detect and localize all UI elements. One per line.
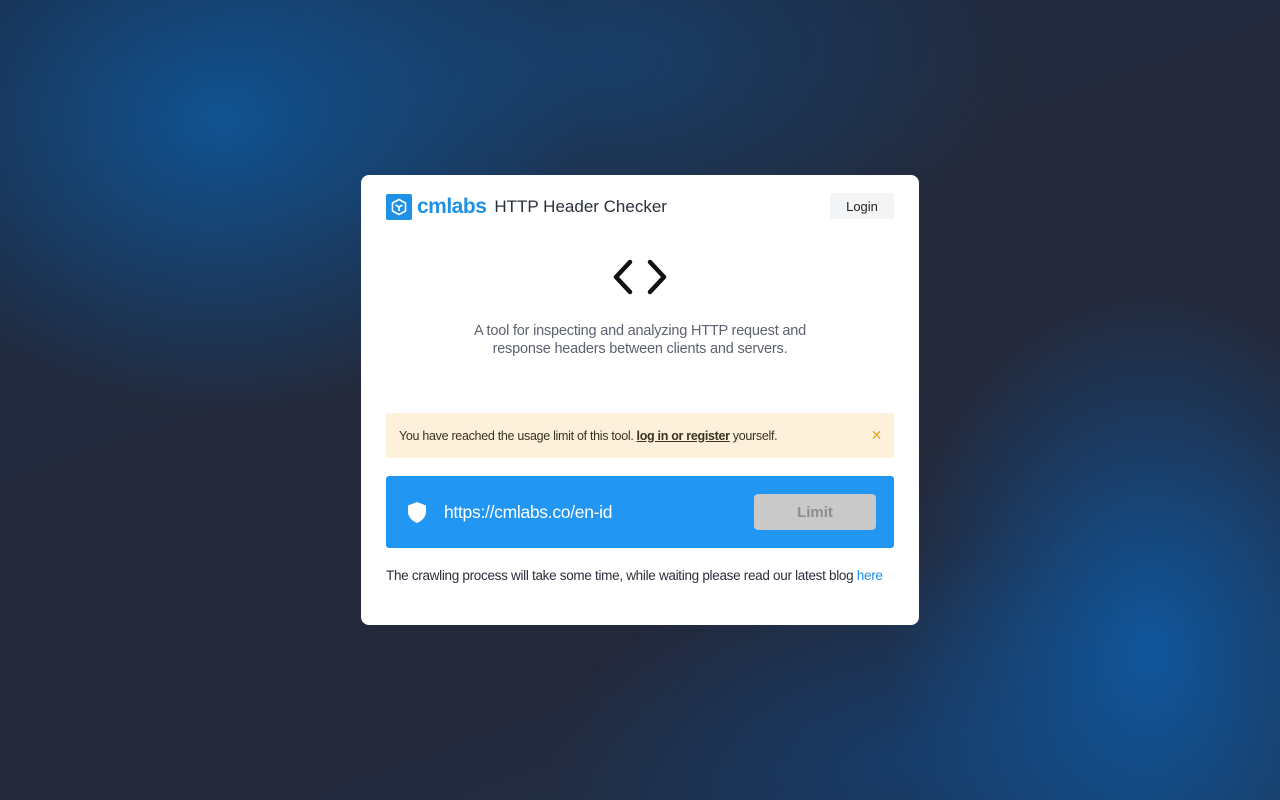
login-register-link[interactable]: log in or register (637, 429, 731, 443)
close-icon[interactable]: ✕ (871, 427, 883, 444)
code-brackets-icon (611, 259, 669, 295)
cmlabs-logo-icon[interactable] (386, 194, 412, 220)
url-bar: Limit (386, 476, 894, 548)
alert-text-after: yourself. (732, 428, 778, 443)
shield-icon (406, 501, 428, 524)
alert-text-before: You have reached the usage limit of this… (399, 428, 634, 443)
tool-title: HTTP Header Checker (494, 197, 667, 216)
limit-button[interactable]: Limit (754, 494, 876, 530)
brand-name[interactable]: cmlabs (417, 195, 487, 219)
blog-link[interactable]: here (857, 568, 883, 583)
usage-limit-alert: You have reached the usage limit of this… (386, 413, 894, 458)
footer-note: The crawling process will take some time… (386, 567, 896, 585)
footer-text: The crawling process will take some time… (386, 568, 854, 583)
tool-card: cmlabs HTTP Header Checker Login A tool … (361, 175, 919, 625)
tool-description: A tool for inspecting and analyzing HTTP… (474, 323, 806, 357)
card-header: cmlabs HTTP Header Checker Login (386, 193, 894, 221)
login-button[interactable]: Login (830, 193, 894, 219)
url-input[interactable] (444, 500, 734, 524)
